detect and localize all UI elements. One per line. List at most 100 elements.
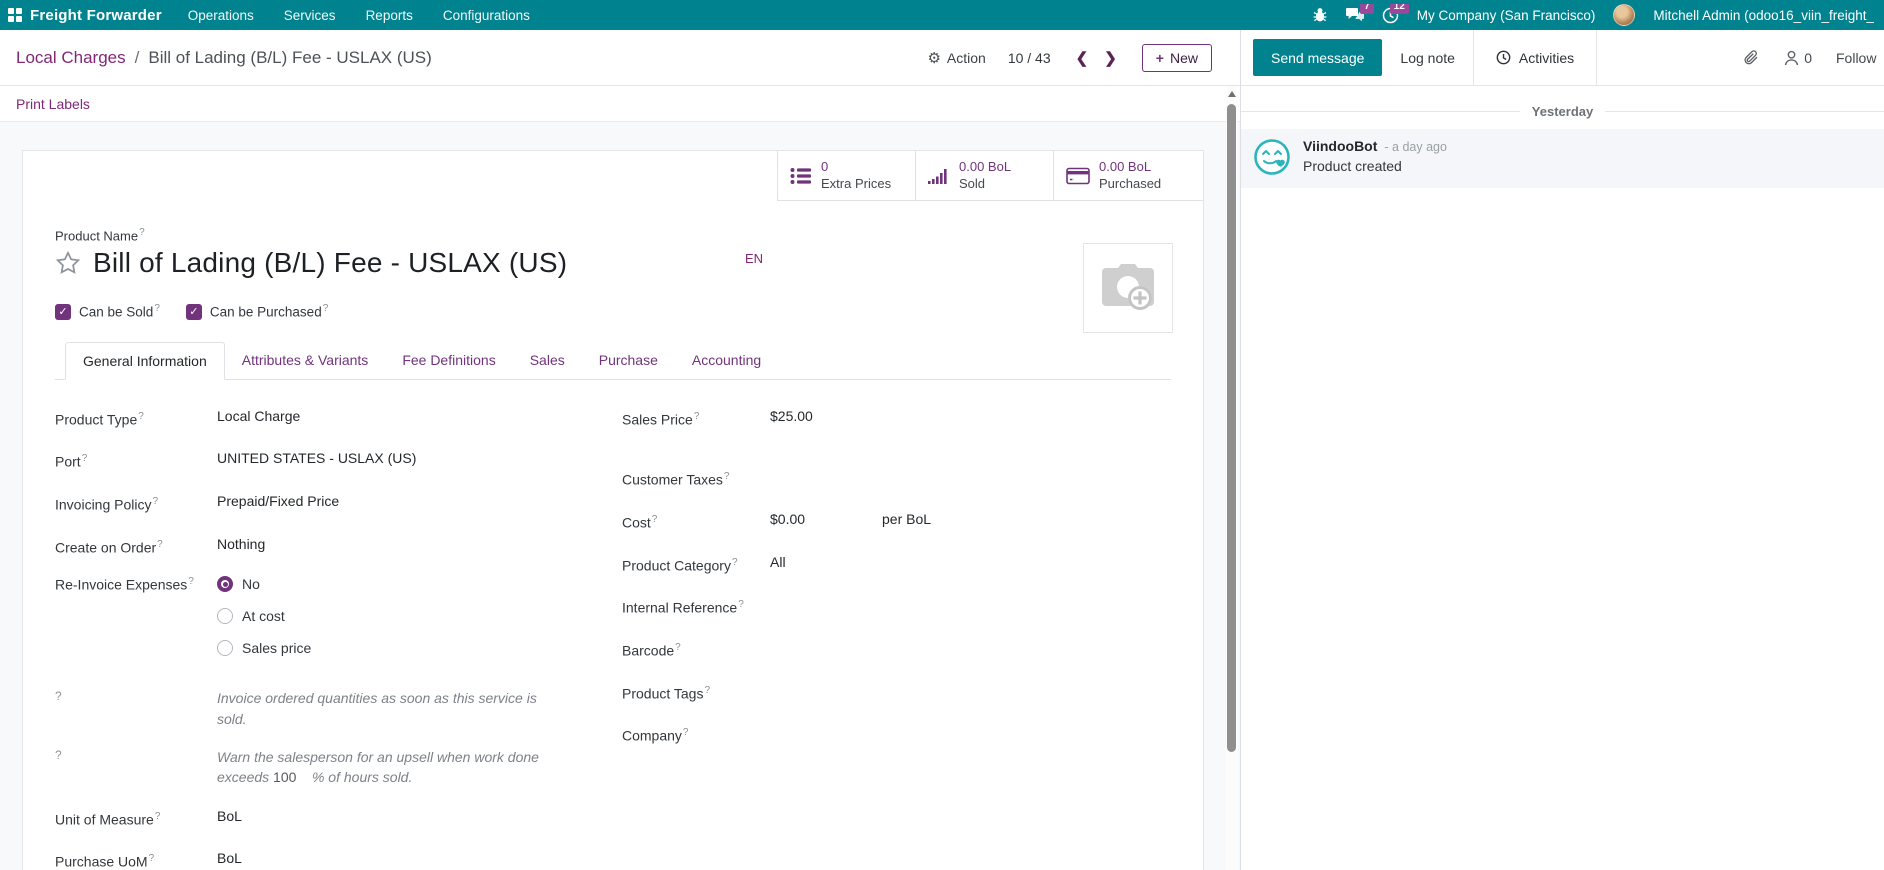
translate-language-badge[interactable]: EN xyxy=(745,251,763,266)
field-value[interactable]: UNITED STATES - USLAX (US) xyxy=(217,448,416,473)
new-record-button[interactable]: + New xyxy=(1142,44,1212,72)
radio-icon[interactable] xyxy=(217,608,233,624)
app-name[interactable]: Freight Forwarder xyxy=(30,7,162,24)
field-value[interactable]: $25.00 xyxy=(770,406,813,431)
help-marker: ? xyxy=(694,411,700,422)
field-reinvoice-expenses: Re-Invoice Expenses? No At cost xyxy=(55,576,622,656)
bar-chart-icon xyxy=(928,167,950,185)
notebook-tabs: General Information Attributes & Variant… xyxy=(55,342,1171,380)
clock-icon xyxy=(1496,50,1511,65)
radio-label: No xyxy=(242,576,260,592)
scrollbar-up-arrow[interactable] xyxy=(1228,91,1236,97)
field-label: Port? xyxy=(55,448,217,473)
user-menu[interactable]: Mitchell Admin (odoo16_viin_freight_ xyxy=(1653,8,1874,23)
follow-button[interactable]: Follow xyxy=(1836,50,1884,66)
help-marker: ? xyxy=(323,303,329,314)
can-be-sold-checkbox[interactable]: ✓ xyxy=(55,304,71,320)
stat-label: Purchased xyxy=(1099,176,1161,193)
menu-services[interactable]: Services xyxy=(284,8,336,23)
person-icon xyxy=(1784,50,1799,66)
chatter-message: ViindooBot - a day ago Product created xyxy=(1241,129,1884,188)
apps-grid-icon[interactable] xyxy=(8,8,22,22)
tab-sales[interactable]: Sales xyxy=(513,342,582,379)
tab-accounting[interactable]: Accounting xyxy=(675,342,778,379)
radio-icon[interactable] xyxy=(217,640,233,656)
viindoobot-avatar xyxy=(1253,138,1291,176)
menu-reports[interactable]: Reports xyxy=(366,8,413,23)
debug-bug-icon[interactable] xyxy=(1312,7,1328,23)
radio-selected-icon[interactable] xyxy=(217,576,233,592)
field-value[interactable]: Prepaid/Fixed Price xyxy=(217,491,339,516)
followers-button[interactable]: 0 xyxy=(1784,50,1812,66)
help-marker: ? xyxy=(724,471,730,482)
upsell-percent-value[interactable]: 100 xyxy=(273,769,296,785)
field-customer-taxes: Customer Taxes? xyxy=(622,466,1171,491)
user-avatar[interactable] xyxy=(1613,4,1635,26)
field-value[interactable]: $0.00per BoL xyxy=(770,509,931,534)
menu-operations[interactable]: Operations xyxy=(188,8,254,23)
breadcrumb-parent[interactable]: Local Charges xyxy=(16,48,126,68)
help-marker: ? xyxy=(139,227,145,238)
field-value[interactable]: Nothing xyxy=(217,534,265,559)
stat-button-extra-prices[interactable]: 0 Extra Prices xyxy=(777,151,915,201)
messages-icon[interactable]: 7 xyxy=(1346,7,1364,23)
radio-option-at-cost[interactable]: At cost xyxy=(217,608,311,624)
top-nav-bar: Freight Forwarder Operations Services Re… xyxy=(0,0,1884,30)
breadcrumb: Local Charges / Bill of Lading (B/L) Fee… xyxy=(16,48,432,68)
message-author[interactable]: ViindooBot xyxy=(1303,138,1377,154)
field-barcode: Barcode? xyxy=(622,637,1171,662)
stat-label: Extra Prices xyxy=(821,176,891,193)
field-sales-price: Sales Price? $25.00 xyxy=(622,406,1171,431)
field-product-category: Product Category? All xyxy=(622,552,1171,577)
help-marker: ? xyxy=(738,599,744,610)
field-value[interactable]: All xyxy=(770,552,786,577)
help-marker: ? xyxy=(55,747,217,788)
field-label: Unit of Measure? xyxy=(55,806,217,831)
menu-configurations[interactable]: Configurations xyxy=(443,8,530,23)
help-marker: ? xyxy=(55,688,217,729)
pager-previous-button[interactable]: ❮ xyxy=(1073,47,1092,69)
app-switcher[interactable]: Freight Forwarder xyxy=(8,7,162,24)
field-label: Company? xyxy=(622,722,770,747)
field-invoicing-policy: Invoicing Policy? Prepaid/Fixed Price xyxy=(55,491,622,516)
tab-purchase[interactable]: Purchase xyxy=(582,342,675,379)
log-note-button[interactable]: Log note xyxy=(1382,30,1473,85)
tab-fee-definitions[interactable]: Fee Definitions xyxy=(385,342,512,379)
field-create-on-order: Create on Order? Nothing xyxy=(55,534,622,559)
fields-right-column: Sales Price? $25.00 Customer Taxes? Cost… xyxy=(622,406,1171,870)
pager-next-button[interactable]: ❯ xyxy=(1101,47,1120,69)
field-value[interactable]: BoL xyxy=(217,848,242,870)
chatter-panel: Send message Log note Activities 0 F xyxy=(1240,30,1884,870)
activities-button[interactable]: Activities xyxy=(1473,30,1597,85)
tab-attributes-variants[interactable]: Attributes & Variants xyxy=(225,342,386,379)
product-name-field[interactable]: Bill of Lading (B/L) Fee - USLAX (US) xyxy=(93,247,567,279)
activities-clock-icon[interactable]: 12 xyxy=(1382,7,1399,24)
send-message-button[interactable]: Send message xyxy=(1253,39,1382,76)
can-be-purchased-checkbox[interactable]: ✓ xyxy=(186,304,202,320)
product-name-label: Product Name? xyxy=(55,227,1171,243)
fields-left-column: Product Type? Local Charge Port? UNITED … xyxy=(55,406,622,870)
help-marker: ? xyxy=(154,303,160,314)
field-value[interactable]: BoL xyxy=(217,806,242,831)
scrollbar-thumb[interactable] xyxy=(1227,104,1236,752)
field-label: Re-Invoice Expenses? xyxy=(55,576,217,656)
field-label: Create on Order? xyxy=(55,534,217,559)
radio-label: At cost xyxy=(242,608,285,624)
form-scrollbar xyxy=(1226,86,1238,870)
company-switcher[interactable]: My Company (San Francisco) xyxy=(1417,8,1596,23)
favorite-star-icon[interactable] xyxy=(55,250,81,276)
field-label: Cost? xyxy=(622,509,770,534)
print-labels-button[interactable]: Print Labels xyxy=(16,96,90,112)
cost-uom-suffix: per BoL xyxy=(882,511,931,527)
stat-button-sold[interactable]: 0.00 BoL Sold xyxy=(915,151,1053,201)
radio-option-sales-price[interactable]: Sales price xyxy=(217,640,311,656)
radio-option-no[interactable]: No xyxy=(217,576,311,592)
field-value[interactable]: Local Charge xyxy=(217,406,300,431)
stat-button-purchased[interactable]: 0.00 BoL Purchased xyxy=(1053,151,1203,201)
form-sheet: 0 Extra Prices 0.00 BoL Sold xyxy=(22,150,1204,870)
pager-value[interactable]: 10 / 43 xyxy=(1008,50,1051,66)
stat-value: 0.00 BoL xyxy=(1099,159,1161,176)
tab-general-information[interactable]: General Information xyxy=(65,342,225,380)
action-menu-button[interactable]: ⚙ Action xyxy=(927,49,985,67)
attachment-paperclip-icon[interactable] xyxy=(1742,48,1760,67)
